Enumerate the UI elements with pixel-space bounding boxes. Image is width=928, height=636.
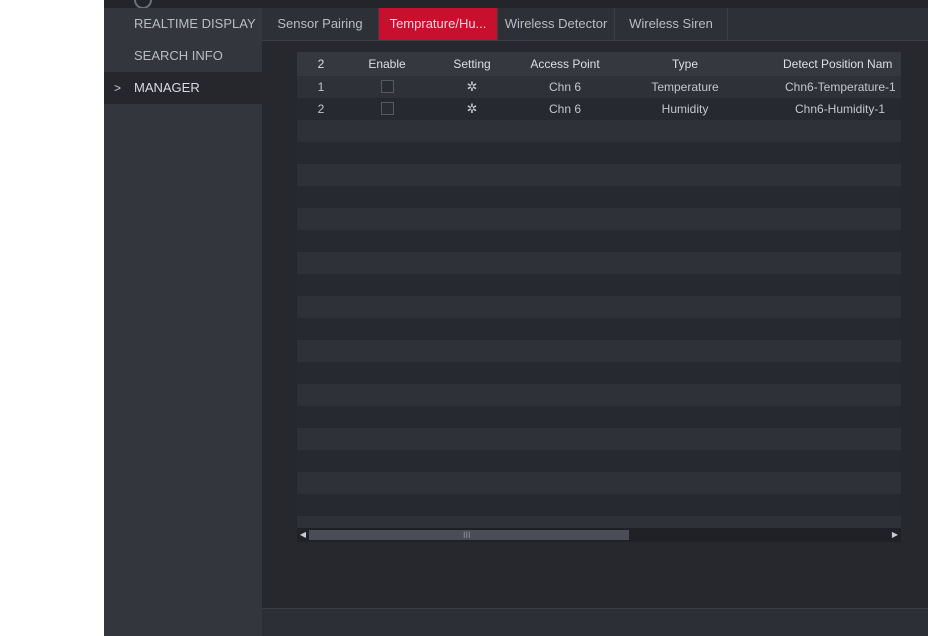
detect-position-name: Chn6-Temperature-1 [785, 80, 896, 94]
empty-row [297, 384, 901, 406]
empty-row [297, 296, 901, 318]
sensor-type: Humidity [661, 102, 709, 116]
empty-row [297, 450, 901, 472]
empty-row [297, 340, 901, 362]
empty-row [297, 472, 901, 494]
table-row[interactable]: 2 ✲ Chn 6 Humidity Chn6-Humidity-1 [297, 98, 901, 120]
enable-checkbox-cell [345, 76, 429, 98]
setting-cell: ✲ [429, 98, 515, 120]
empty-row [297, 274, 901, 296]
empty-row [297, 362, 901, 384]
tab-bar: Sensor Pairing Temprature/Hu... Wireless… [262, 8, 928, 41]
access-point: Chn 6 [548, 102, 582, 116]
empty-row [297, 208, 901, 230]
app-window: REALTIME DISPLAY SEARCH INFO > MANAGER S… [104, 0, 928, 636]
tab-label: Sensor Pairing [277, 16, 363, 31]
sidebar: REALTIME DISPLAY SEARCH INFO > MANAGER [104, 8, 262, 636]
tab-label: Wireless Detector [504, 16, 608, 31]
tab-sensor-pairing[interactable]: Sensor Pairing [262, 8, 379, 40]
top-strip [104, 0, 928, 9]
access-point: Chn 6 [548, 80, 582, 94]
empty-row [297, 186, 901, 208]
row-index: 2 [317, 102, 325, 116]
tab-label: Temprature/Hu... [389, 16, 487, 31]
column-header-count[interactable]: 2 [297, 52, 345, 76]
column-header-access-point[interactable]: Access Point [515, 52, 615, 76]
sidebar-item-realtime-display[interactable]: REALTIME DISPLAY [104, 8, 262, 40]
table-header: 2 Enable Setting Access Point Type Detec… [297, 52, 901, 76]
chevron-right-icon: > [114, 81, 122, 95]
empty-row [297, 318, 901, 340]
empty-row [297, 142, 901, 164]
sidebar-item-search-info[interactable]: SEARCH INFO [104, 40, 262, 72]
scroll-right-arrow-icon[interactable]: ▶ [889, 528, 901, 542]
enable-checkbox[interactable] [380, 80, 394, 94]
scrollbar-grip-icon: III [463, 530, 471, 540]
gear-icon[interactable]: ✲ [467, 98, 478, 120]
tab-temperature-humidity[interactable]: Temprature/Hu... [379, 8, 498, 40]
detect-position-name: Chn6-Humidity-1 [795, 102, 886, 116]
enable-checkbox-cell [345, 98, 429, 120]
row-index: 1 [317, 80, 325, 94]
horizontal-scrollbar[interactable]: ◀ III ▶ [297, 528, 901, 542]
sidebar-item-label: MANAGER [134, 80, 200, 95]
gear-icon[interactable]: ✲ [467, 76, 478, 98]
sidebar-item-label: SEARCH INFO [134, 48, 223, 63]
empty-row [297, 494, 901, 516]
column-header-type[interactable]: Type [615, 52, 755, 76]
sidebar-item-label: REALTIME DISPLAY [134, 16, 256, 31]
tab-wireless-siren[interactable]: Wireless Siren [615, 8, 728, 40]
empty-row [297, 406, 901, 428]
table-row[interactable]: 1 ✲ Chn 6 Temperature Chn6-Temperature-1 [297, 76, 901, 98]
empty-row [297, 230, 901, 252]
empty-row [297, 428, 901, 450]
column-header-enable[interactable]: Enable [345, 52, 429, 76]
sensor-type: Temperature [651, 80, 719, 94]
sidebar-item-manager[interactable]: > MANAGER [104, 72, 262, 104]
setting-cell: ✲ [429, 76, 515, 98]
column-header-detect-position[interactable]: Detect Position Nam [755, 52, 901, 76]
empty-row [297, 120, 901, 142]
scroll-left-arrow-icon[interactable]: ◀ [297, 528, 309, 542]
tab-wireless-detector[interactable]: Wireless Detector [498, 8, 615, 40]
tab-label: Wireless Siren [629, 16, 713, 31]
column-header-setting[interactable]: Setting [429, 52, 515, 76]
footer-bar [262, 608, 928, 636]
empty-row [297, 164, 901, 186]
sensor-table: 2 Enable Setting Access Point Type Detec… [297, 52, 901, 542]
enable-checkbox[interactable] [380, 102, 394, 116]
empty-row [297, 252, 901, 274]
